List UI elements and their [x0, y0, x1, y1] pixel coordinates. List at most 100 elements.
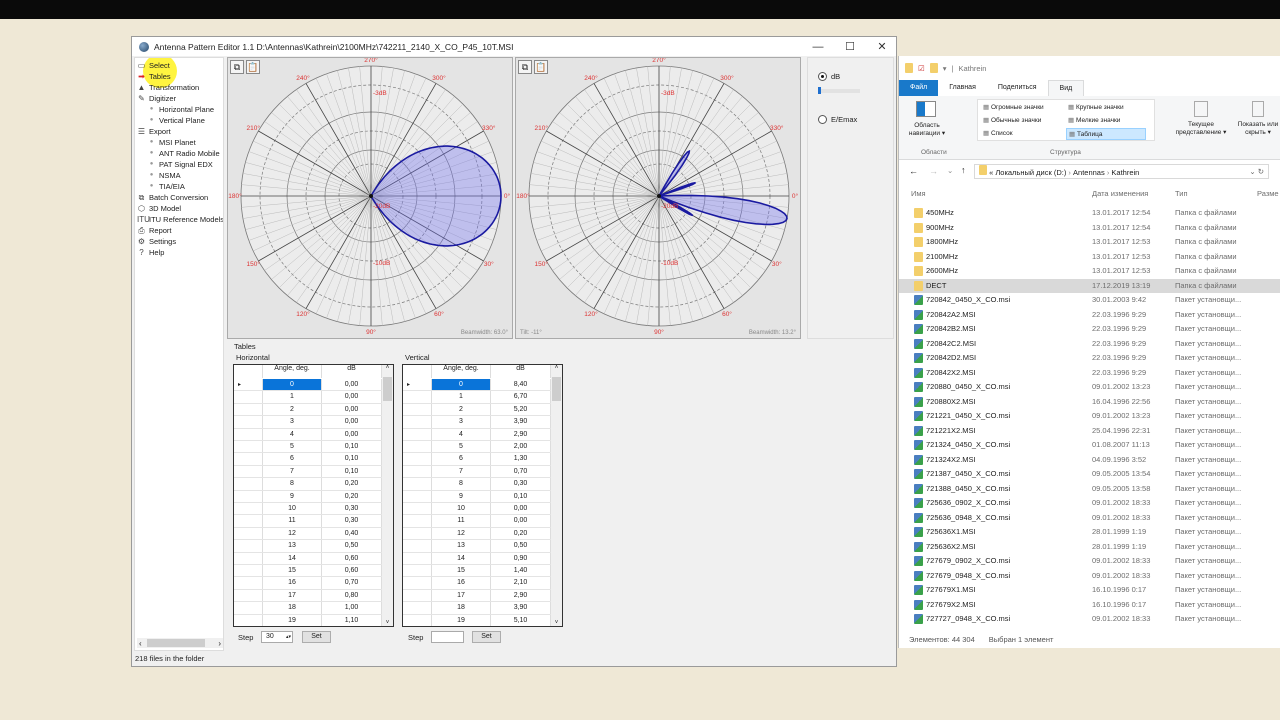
table-row[interactable]: 4 2,90: [403, 428, 551, 441]
db-cell[interactable]: 0,70: [322, 577, 382, 589]
db-radio[interactable]: dB: [818, 72, 840, 81]
tree-item-select[interactable]: ▭ Select: [137, 60, 170, 71]
row-header[interactable]: [234, 490, 263, 502]
table-row[interactable]: 9 0,10: [403, 490, 551, 503]
db-cell[interactable]: 5,10: [491, 614, 551, 626]
file-row[interactable]: 721388_0450_X_CO.msi 09.05.2005 13:58 Паке…: [899, 482, 1280, 497]
file-row[interactable]: 720842X2.MSI 22.03.1996 9:29 Пакет установ…: [899, 366, 1280, 381]
db-column-header[interactable]: dB: [322, 365, 382, 378]
tree-item-nsma[interactable]: ● NSMA: [147, 170, 181, 181]
tree-item-batch-conversion[interactable]: ⧉ Batch Conversion: [137, 192, 209, 203]
table-row[interactable]: 8 0,30: [403, 478, 551, 491]
row-header[interactable]: [234, 416, 263, 428]
table-row[interactable]: 1 0,00: [234, 391, 382, 404]
table-row[interactable]: 15 1,40: [403, 565, 551, 578]
file-row[interactable]: 720842A2.MSI 22.03.1996 9:29 Пакет установ…: [899, 308, 1280, 323]
table-row[interactable]: 19 5,10: [403, 614, 551, 626]
column-header[interactable]: Разме: [1257, 189, 1279, 198]
table-row[interactable]: 8 0,20: [234, 478, 382, 491]
table-row[interactable]: 5 2,00: [403, 441, 551, 454]
layout-option[interactable]: ▦ Таблица: [1066, 128, 1146, 140]
db-cell[interactable]: 0,50: [491, 540, 551, 552]
db-cell[interactable]: 2,90: [491, 589, 551, 602]
row-header[interactable]: [234, 428, 263, 440]
angle-cell[interactable]: 5: [432, 441, 491, 453]
db-cell[interactable]: 0,00: [491, 515, 551, 527]
horizontal-table[interactable]: Angle, deg. dB ▸ 0 0,00 1 0,00 2 0,00 3 0,00 4 0,00 5…: [233, 364, 394, 627]
file-row[interactable]: 450MHz 13.01.2017 12:54 Папка с файлами: [899, 206, 1280, 221]
angle-cell[interactable]: 11: [263, 515, 322, 527]
row-header[interactable]: [234, 614, 263, 626]
db-cell[interactable]: 1,10: [322, 614, 382, 626]
row-header[interactable]: [234, 602, 263, 614]
minimize-button[interactable]: —: [802, 37, 834, 56]
table-row[interactable]: 18 1,00: [234, 602, 382, 615]
row-header[interactable]: [234, 441, 263, 453]
maximize-button[interactable]: ☐: [834, 37, 866, 56]
copy-icon[interactable]: ⧉: [518, 60, 532, 74]
row-header[interactable]: [234, 391, 263, 403]
vertical-table[interactable]: Angle, deg. dB ▸ 0 8,40 1 6,70 2 5,20 3 3,90 4 2,90 5…: [402, 364, 563, 627]
recent-dropdown-icon[interactable]: ⌄: [947, 166, 953, 175]
row-header[interactable]: [234, 565, 263, 577]
spinner-icon[interactable]: ▴▾: [286, 632, 291, 642]
tree-item-transformation[interactable]: ▲ Transformation: [137, 82, 200, 93]
layout-option[interactable]: ▦ Список: [981, 128, 1015, 138]
angle-cell[interactable]: 1: [263, 391, 322, 403]
table-row[interactable]: 10 0,30: [234, 503, 382, 516]
angle-cell[interactable]: 14: [263, 552, 322, 564]
paste-icon[interactable]: 📋: [534, 60, 548, 74]
row-header[interactable]: [234, 552, 263, 564]
angle-cell[interactable]: 10: [263, 503, 322, 515]
table-row[interactable]: ▸ 0 8,40: [403, 379, 551, 392]
row-header[interactable]: [403, 490, 432, 502]
row-header[interactable]: [403, 453, 432, 465]
angle-cell[interactable]: 13: [432, 540, 491, 552]
db-cell[interactable]: 1,00: [322, 602, 382, 614]
db-cell[interactable]: 3,90: [491, 602, 551, 614]
db-cell[interactable]: 8,40: [491, 379, 551, 391]
refresh-icon[interactable]: ⌄ ↻: [1249, 165, 1264, 178]
angle-cell[interactable]: 19: [432, 614, 491, 626]
db-cell[interactable]: 1,30: [491, 453, 551, 465]
dropdown-icon[interactable]: ▾: [943, 64, 947, 73]
db-cell[interactable]: 0,00: [322, 403, 382, 416]
table-row[interactable]: 18 3,90: [403, 602, 551, 615]
row-header[interactable]: [403, 527, 432, 540]
angle-cell[interactable]: 16: [432, 577, 491, 589]
angle-cell[interactable]: 0: [432, 379, 491, 391]
angle-cell[interactable]: 7: [263, 465, 322, 478]
db-cell[interactable]: 0,20: [322, 478, 382, 490]
angle-cell[interactable]: 19: [263, 614, 322, 626]
row-header[interactable]: [403, 565, 432, 577]
table-row[interactable]: 16 0,70: [234, 577, 382, 590]
angle-cell[interactable]: 12: [263, 527, 322, 540]
db-cell[interactable]: 0,40: [322, 527, 382, 540]
nav-pane-icon[interactable]: [916, 101, 936, 117]
db-cell[interactable]: 2,00: [491, 441, 551, 453]
db-cell[interactable]: 6,70: [491, 391, 551, 403]
scale-slider[interactable]: [818, 87, 860, 94]
db-cell[interactable]: 0,10: [322, 441, 382, 453]
table-vertical-scrollbar[interactable]: ˄ ˅: [382, 365, 393, 626]
layout-option[interactable]: ▦ Обычные значки: [981, 115, 1043, 125]
row-header[interactable]: ▸: [403, 379, 432, 391]
file-row[interactable]: 721221_0450_X_CO.msi 09.01.2002 13:23 Паке…: [899, 409, 1280, 424]
row-header[interactable]: [403, 589, 432, 602]
table-row[interactable]: 14 0,90: [403, 552, 551, 565]
file-row[interactable]: 1800MHz 13.01.2017 12:53 Папка с файлами: [899, 235, 1280, 250]
table-row[interactable]: 7 0,70: [403, 465, 551, 479]
tree-item-settings[interactable]: ⚙ Settings: [137, 236, 176, 247]
paste-icon[interactable]: 📋: [246, 60, 260, 74]
properties-icon[interactable]: ☑: [918, 64, 925, 73]
table-row[interactable]: 3 3,90: [403, 416, 551, 429]
angle-column-header[interactable]: Angle, deg.: [263, 365, 322, 378]
table-row[interactable]: 10 0,00: [403, 503, 551, 516]
layout-option[interactable]: ▦ Мелкие значки: [1066, 115, 1122, 125]
file-row[interactable]: 720842D2.MSI 22.03.1996 9:29 Пакет установ…: [899, 351, 1280, 366]
ribbon-tab[interactable]: Вид: [1047, 80, 1085, 96]
angle-cell[interactable]: 2: [432, 403, 491, 416]
angle-cell[interactable]: 1: [432, 391, 491, 403]
breadcrumb-item[interactable]: Kathrein: [1111, 168, 1139, 177]
file-row[interactable]: 727679_0948_X_CO.msi 09.01.2002 18:33 Паке…: [899, 569, 1280, 584]
